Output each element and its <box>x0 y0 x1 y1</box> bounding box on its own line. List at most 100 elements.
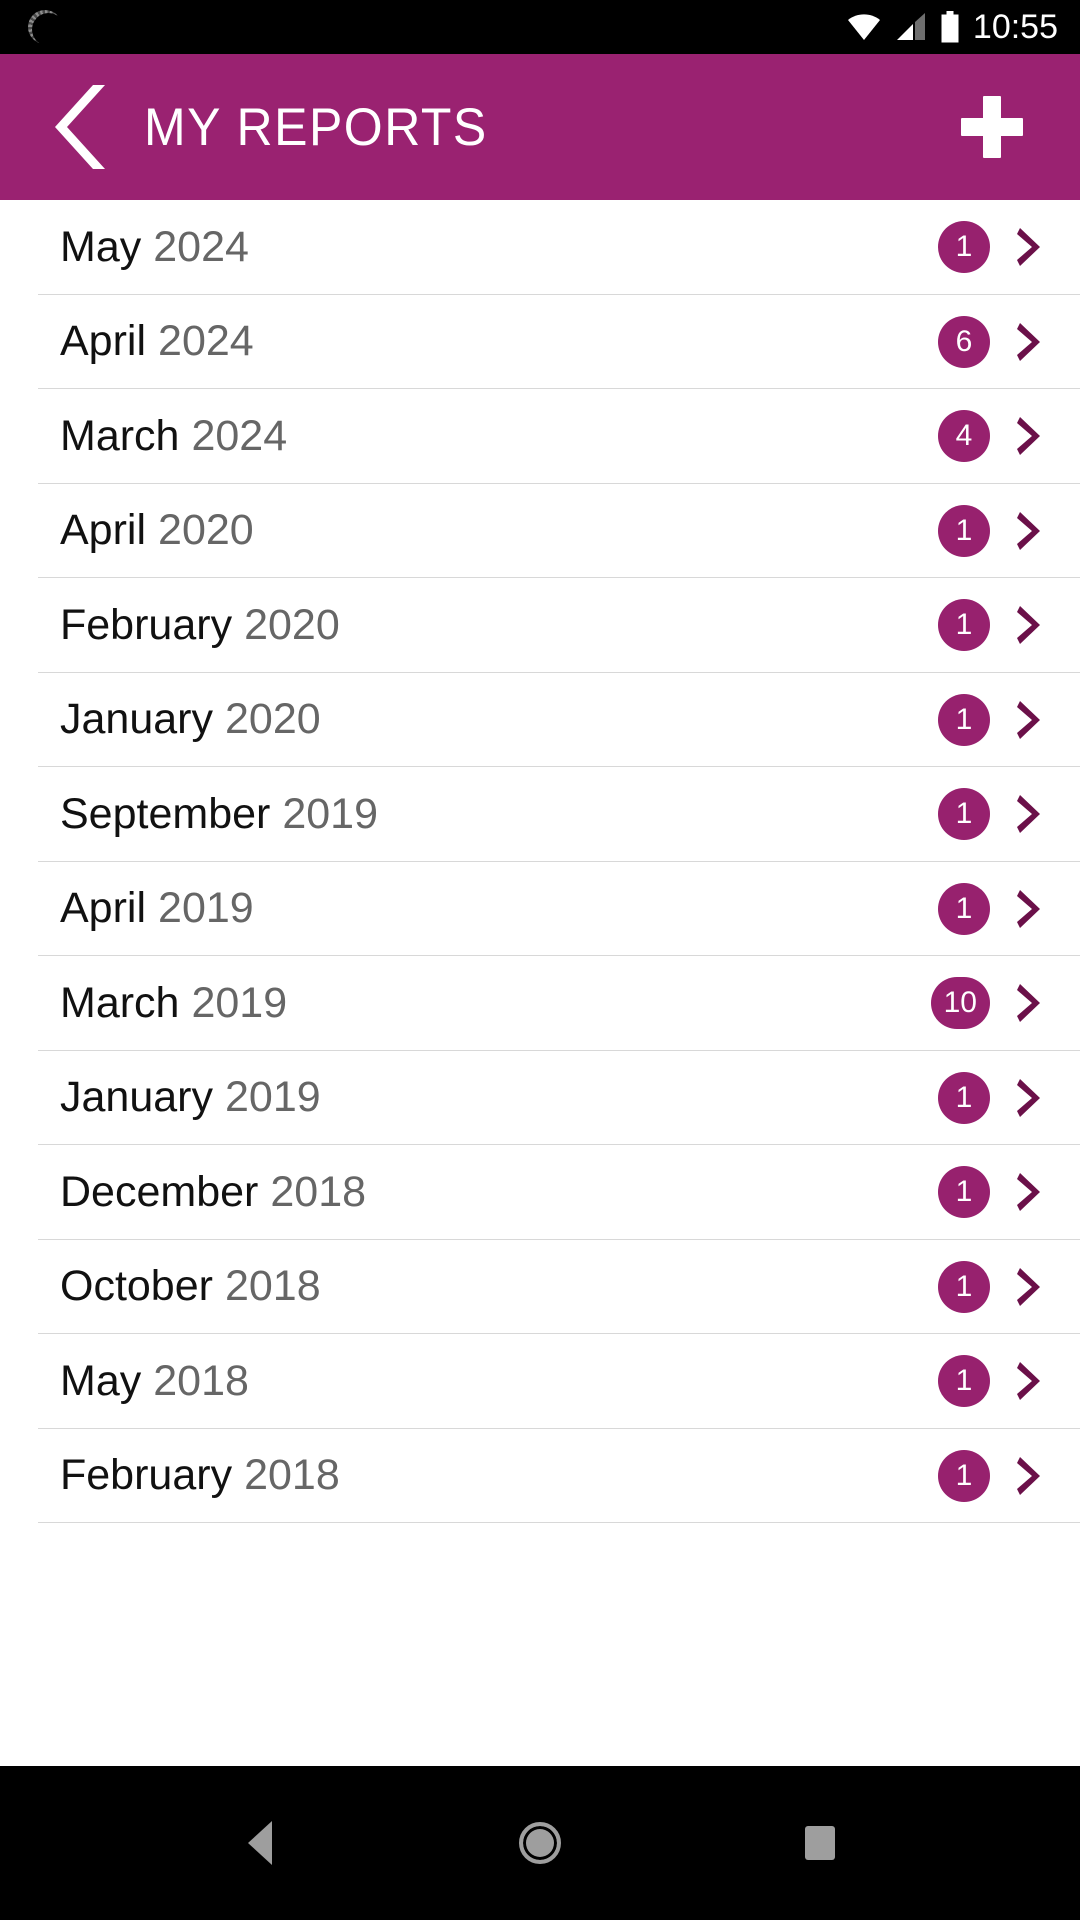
nav-back-button[interactable] <box>200 1793 320 1893</box>
report-count-badge: 1 <box>938 1071 990 1124</box>
report-month-row[interactable]: January 2019 1 <box>0 1050 1080 1145</box>
app-root: 10:55 MY REPORTS May 2024 1 April 2024 6 March… <box>0 0 1080 1920</box>
report-month-name: April <box>60 884 147 933</box>
chevron-right-icon[interactable] <box>1016 604 1042 646</box>
cellular-signal-icon <box>896 13 925 40</box>
chevron-right-icon[interactable] <box>1016 1266 1042 1308</box>
nav-home-button[interactable] <box>480 1793 600 1893</box>
report-month-name: March <box>60 411 180 460</box>
chevron-right-icon[interactable] <box>1016 699 1042 741</box>
report-month-label: April 2019 <box>60 887 254 930</box>
report-row-trailing: 6 <box>938 315 1042 368</box>
report-month-name: March <box>60 978 180 1027</box>
sync-spinner-icon <box>28 10 65 46</box>
chevron-right-icon[interactable] <box>1016 1360 1042 1402</box>
report-month-name: April <box>60 317 147 366</box>
report-month-row[interactable]: January 2020 1 <box>0 672 1080 767</box>
report-month-name: May <box>60 1356 142 1405</box>
report-month-label: September 2019 <box>60 789 379 838</box>
chevron-right-icon[interactable] <box>1016 1455 1042 1497</box>
report-month-name: September <box>60 789 271 838</box>
report-row-trailing: 1 <box>938 1355 1042 1408</box>
chevron-right-icon[interactable] <box>1016 510 1042 552</box>
report-month-row[interactable]: October 2018 1 <box>0 1239 1080 1334</box>
report-row-trailing: 1 <box>938 882 1042 935</box>
report-month-row[interactable]: December 2018 1 <box>0 1145 1080 1240</box>
report-year: 2020 <box>244 600 340 649</box>
chevron-right-icon[interactable] <box>1016 226 1042 268</box>
report-year: 2018 <box>270 1167 367 1216</box>
report-month-row[interactable]: May 2018 1 <box>0 1334 1080 1429</box>
report-month-label: March 2019 <box>60 978 288 1027</box>
report-count-badge: 1 <box>938 882 990 935</box>
status-bar: 10:55 <box>0 0 1080 54</box>
system-navigation-bar <box>0 1766 1080 1920</box>
report-month-row[interactable]: May 2024 1 <box>0 200 1080 295</box>
back-chevron-icon <box>55 85 105 169</box>
report-month-row[interactable]: September 2019 1 <box>0 767 1080 862</box>
chevron-right-icon[interactable] <box>1016 793 1042 835</box>
page-title: MY REPORTS <box>144 97 488 157</box>
report-month-row[interactable]: March 2024 4 <box>0 389 1080 484</box>
report-year: 2024 <box>191 411 288 460</box>
report-month-name: January <box>60 695 213 744</box>
reports-list[interactable]: May 2024 1 April 2024 6 March 2024 4 April 2020 1 Fe… <box>0 200 1080 1766</box>
report-year: 2018 <box>153 1356 249 1405</box>
report-count-badge: 1 <box>938 504 990 557</box>
chevron-right-icon[interactable] <box>1016 982 1042 1024</box>
chevron-right-icon[interactable] <box>1016 1077 1042 1119</box>
report-count-badge: 1 <box>938 788 990 841</box>
report-month-name: February <box>60 600 233 649</box>
report-row-trailing: 1 <box>938 1449 1042 1502</box>
report-row-trailing: 1 <box>938 599 1042 652</box>
add-report-button[interactable] <box>944 79 1040 175</box>
report-month-label: April 2020 <box>60 509 254 552</box>
report-year: 2019 <box>224 1073 321 1122</box>
chevron-right-icon[interactable] <box>1016 1171 1042 1213</box>
report-row-trailing: 1 <box>938 504 1042 557</box>
nav-home-icon <box>519 1822 561 1864</box>
chevron-right-icon[interactable] <box>1016 321 1042 363</box>
report-year: 2019 <box>191 978 288 1027</box>
chevron-right-icon[interactable] <box>1016 888 1042 930</box>
back-button[interactable] <box>44 79 122 175</box>
plus-icon <box>961 96 1023 158</box>
report-month-label: April 2024 <box>60 320 254 363</box>
report-month-label: October 2018 <box>60 1265 321 1308</box>
report-row-trailing: 1 <box>938 788 1042 841</box>
nav-recents-icon <box>805 1826 835 1860</box>
nav-recents-button[interactable] <box>760 1793 880 1893</box>
report-count-badge: 1 <box>938 1449 990 1502</box>
report-row-trailing: 1 <box>938 1071 1042 1124</box>
report-count-badge: 1 <box>938 1166 990 1219</box>
report-month-label: March 2024 <box>60 411 288 460</box>
wifi-icon <box>847 14 880 40</box>
status-bar-right: 10:55 <box>847 10 1058 44</box>
report-month-label: May 2018 <box>60 1356 249 1405</box>
status-bar-left <box>28 10 65 46</box>
report-month-name: May <box>60 222 142 271</box>
report-month-label: December 2018 <box>60 1167 367 1216</box>
report-row-trailing: 10 <box>930 977 1042 1030</box>
report-count-badge: 1 <box>938 1260 990 1313</box>
report-count-badge: 6 <box>938 315 990 368</box>
report-month-name: December <box>60 1167 259 1216</box>
report-month-row[interactable]: February 2020 1 <box>0 578 1080 673</box>
report-year: 2020 <box>158 506 254 555</box>
report-month-name: April <box>60 506 147 555</box>
report-month-label: January 2020 <box>60 698 321 741</box>
report-month-row[interactable]: April 2019 1 <box>0 861 1080 956</box>
report-year: 2019 <box>282 789 379 838</box>
chevron-right-icon[interactable] <box>1016 415 1042 457</box>
report-month-row[interactable]: February 2018 1 <box>0 1428 1080 1523</box>
report-row-trailing: 4 <box>938 410 1042 463</box>
report-month-row[interactable]: April 2020 1 <box>0 483 1080 578</box>
report-year: 2020 <box>224 695 321 744</box>
report-month-name: February <box>60 1451 233 1500</box>
report-month-label: February 2018 <box>60 1454 340 1497</box>
report-month-row[interactable]: March 2019 10 <box>0 956 1080 1051</box>
report-row-trailing: 1 <box>938 1260 1042 1313</box>
report-count-badge: 1 <box>938 599 990 652</box>
report-count-badge: 1 <box>938 1355 990 1408</box>
report-month-row[interactable]: April 2024 6 <box>0 294 1080 389</box>
